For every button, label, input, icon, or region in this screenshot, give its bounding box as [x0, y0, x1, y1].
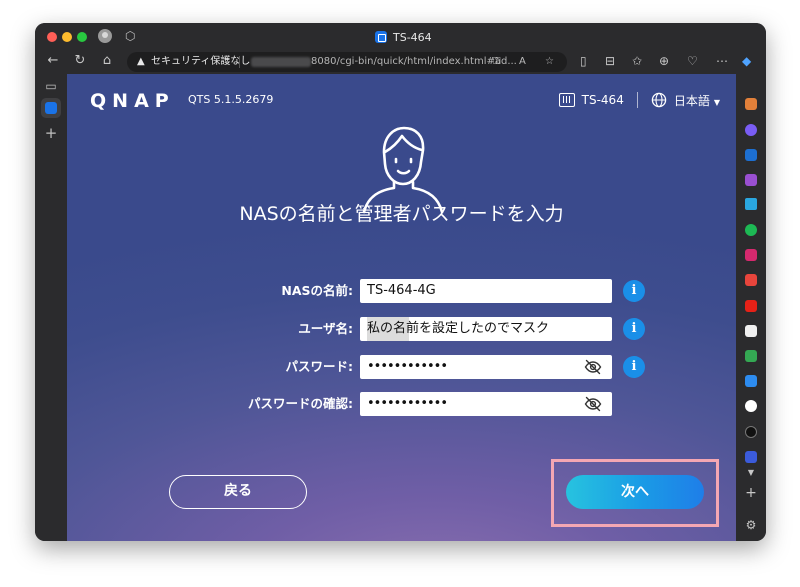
- qnap-favicon-icon: [375, 31, 387, 43]
- confirm-password-value[interactable]: ••••••••••••: [367, 392, 448, 416]
- password-value[interactable]: ••••••••••••: [367, 355, 448, 379]
- confirm-password-label: パスワードの確認:: [248, 396, 353, 411]
- username-input[interactable]: 私の名前を設定したのでマスク: [360, 317, 612, 341]
- vertical-tabs-sidebar: ▭ +: [35, 74, 67, 541]
- qts-version: QTS 5.1.5.2679: [188, 93, 274, 106]
- toolbox-icon[interactable]: [745, 98, 757, 110]
- language-label[interactable]: 日本語: [674, 94, 710, 108]
- amazon-icon[interactable]: [745, 325, 757, 337]
- edge-sidebar: ▼ + ⚙: [736, 74, 766, 541]
- health-icon[interactable]: ♡: [687, 53, 698, 69]
- telegram-icon[interactable]: [745, 198, 757, 210]
- chevron-down-icon[interactable]: ▼: [743, 466, 759, 480]
- outlook-icon[interactable]: [745, 149, 757, 161]
- qnap-tab-icon: [45, 102, 57, 114]
- google-drive-icon[interactable]: [745, 350, 757, 362]
- tab-title: TS-464: [393, 30, 432, 44]
- next-button[interactable]: 次へ: [566, 475, 704, 509]
- confirm-password-row: パスワードの確認: ••••••••••••: [67, 392, 736, 416]
- url-divider: [239, 56, 240, 68]
- logo-letter: Q: [90, 90, 110, 112]
- maximize-window-button[interactable]: [77, 32, 87, 42]
- onedrive-icon[interactable]: [745, 375, 757, 387]
- browser-window: ⬡ TS-464 ← ↻ ⌂ ▲ セキュリティ保護なし 8080/cgi-bin…: [35, 23, 766, 541]
- google-icon[interactable]: [745, 400, 757, 412]
- security-status[interactable]: セキュリティ保護なし: [151, 55, 250, 69]
- eye-hidden-icon[interactable]: [584, 396, 602, 412]
- gmail-icon[interactable]: [745, 274, 757, 286]
- password-row: パスワード: •••••••••••• i: [67, 355, 736, 379]
- favorite-star-icon[interactable]: ☆: [545, 55, 554, 69]
- app-tile-icon[interactable]: [745, 451, 757, 463]
- nas-name-value[interactable]: TS-464-4G: [367, 279, 436, 303]
- add-app-icon[interactable]: +: [743, 486, 759, 500]
- workspaces-icon[interactable]: ⬡: [125, 29, 135, 43]
- reading-view-icon[interactable]: ⊟: [605, 53, 615, 69]
- confirm-password-input[interactable]: ••••••••••••: [360, 392, 612, 416]
- password-input[interactable]: ••••••••••••: [360, 355, 612, 379]
- device-name: TS-464: [581, 93, 624, 107]
- tab-actions-icon[interactable]: ▭: [44, 79, 58, 93]
- active-tab[interactable]: TS-464: [375, 29, 432, 45]
- qnap-setup-page: Q N A P QTS 5.1.5.2679 TS-464 日本語 ▼ NASの…: [67, 74, 736, 541]
- eye-hidden-icon[interactable]: [584, 359, 602, 375]
- profile-avatar[interactable]: [98, 29, 112, 43]
- caret-down-icon[interactable]: ▼: [714, 98, 720, 107]
- split-screen-icon[interactable]: ▯: [580, 53, 587, 69]
- sidebar-tab-qnap[interactable]: [41, 98, 61, 118]
- username-info-icon[interactable]: i: [623, 318, 645, 340]
- qnap-logo: Q N A P: [90, 90, 172, 112]
- key-icon[interactable]: ⚿: [493, 55, 501, 69]
- collections-icon[interactable]: ⊕: [659, 53, 669, 69]
- header-right: TS-464 日本語 ▼: [558, 89, 720, 111]
- username-value[interactable]: 私の名前を設定したのでマスク: [367, 317, 550, 341]
- address-bar[interactable]: ▲ セキュリティ保護なし 8080/cgi-bin/quick/html/ind…: [127, 52, 567, 72]
- instagram-icon[interactable]: [745, 249, 757, 261]
- nas-name-info-icon[interactable]: i: [623, 280, 645, 302]
- close-window-button[interactable]: [47, 32, 57, 42]
- logo-letter: P: [154, 90, 172, 112]
- read-aloud-icon[interactable]: A: [519, 55, 526, 69]
- warning-icon[interactable]: ▲: [137, 55, 145, 69]
- designer-icon[interactable]: [745, 174, 757, 186]
- password-info-icon[interactable]: i: [623, 356, 645, 378]
- page-title: NASの名前と管理者パスワードを入力: [239, 203, 564, 225]
- spotify-icon[interactable]: [745, 224, 757, 236]
- home-icon[interactable]: ⌂: [98, 52, 116, 70]
- copilot-icon[interactable]: ◆: [742, 53, 751, 69]
- title-bar: ⬡ TS-464: [35, 23, 766, 49]
- nas-name-row: NASの名前: TS-464-4G i: [67, 279, 736, 303]
- logo-letter: N: [112, 90, 132, 112]
- threads-icon[interactable]: [745, 426, 757, 438]
- browser-toolbar: ← ↻ ⌂ ▲ セキュリティ保護なし 8080/cgi-bin/quick/ht…: [35, 49, 766, 74]
- url-text[interactable]: 8080/cgi-bin/quick/html/index.html#ad...: [311, 55, 517, 69]
- nas-device-icon: [558, 93, 575, 107]
- minimize-window-button[interactable]: [62, 32, 72, 42]
- more-menu-icon[interactable]: ⋯: [716, 53, 728, 69]
- favorites-icon[interactable]: ✩: [632, 53, 642, 69]
- username-label: ユーザ名:: [298, 321, 353, 336]
- youtube-icon[interactable]: [745, 300, 757, 312]
- username-row: ユーザ名: 私の名前を設定したのでマスク i: [67, 317, 736, 341]
- blurred-host: [251, 57, 311, 67]
- globe-icon[interactable]: [651, 92, 667, 108]
- back-button[interactable]: 戻る: [169, 475, 307, 509]
- new-tab-icon[interactable]: +: [44, 126, 58, 141]
- settings-gear-icon[interactable]: ⚙: [743, 518, 759, 532]
- back-arrow-icon[interactable]: ←: [44, 52, 62, 70]
- person-icon: [362, 126, 444, 214]
- language-selector[interactable]: 日本語 ▼: [674, 92, 720, 109]
- copilot-sidebar-icon[interactable]: [745, 124, 757, 136]
- logo-letter: A: [134, 90, 152, 112]
- header-divider: [636, 92, 638, 108]
- reload-icon[interactable]: ↻: [71, 52, 89, 70]
- nas-name-label: NASの名前:: [281, 283, 353, 298]
- nas-name-input[interactable]: TS-464-4G: [360, 279, 612, 303]
- password-label: パスワード:: [285, 359, 354, 374]
